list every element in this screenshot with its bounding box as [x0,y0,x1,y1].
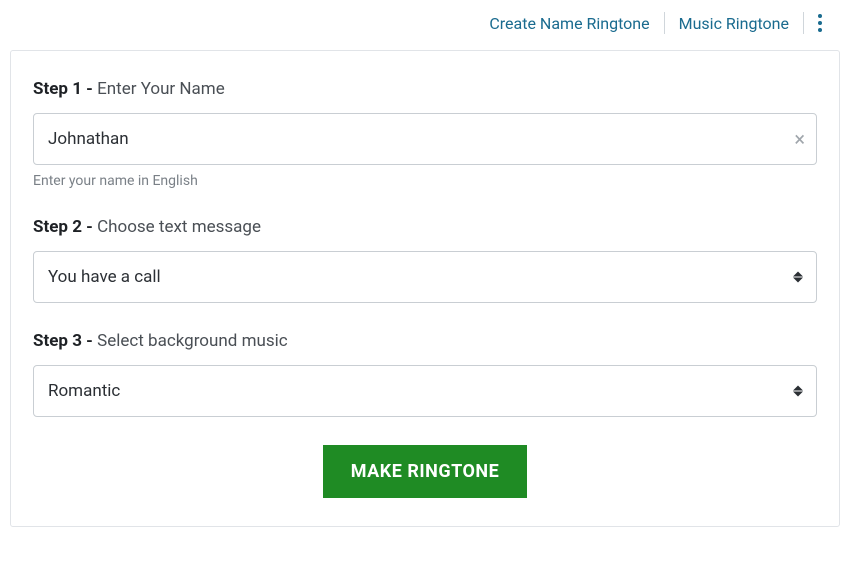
music-select[interactable]: Romantic [33,365,817,417]
music-select-wrap: Romantic [33,365,817,417]
kebab-menu-icon[interactable] [804,14,832,32]
step1-label: Step 1 - Enter Your Name [33,79,817,99]
nav-link-music[interactable]: Music Ringtone [665,14,803,33]
nav-link-create[interactable]: Create Name Ringtone [475,14,663,33]
message-select[interactable]: You have a call [33,251,817,303]
step3-label: Step 3 - Select background music [33,331,817,351]
submit-wrap: MAKE RINGTONE [33,445,817,498]
name-input-wrap: × [33,113,817,165]
name-hint: Enter your name in English [33,173,817,189]
step2-label: Step 2 - Choose text message [33,217,817,237]
message-select-wrap: You have a call [33,251,817,303]
make-ringtone-button[interactable]: MAKE RINGTONE [323,445,527,498]
clear-icon[interactable]: × [794,129,805,149]
top-nav: Create Name Ringtone Music Ringtone [0,0,850,44]
ringtone-form-card: Step 1 - Enter Your Name × Enter your na… [10,50,840,527]
name-input[interactable] [33,113,817,165]
